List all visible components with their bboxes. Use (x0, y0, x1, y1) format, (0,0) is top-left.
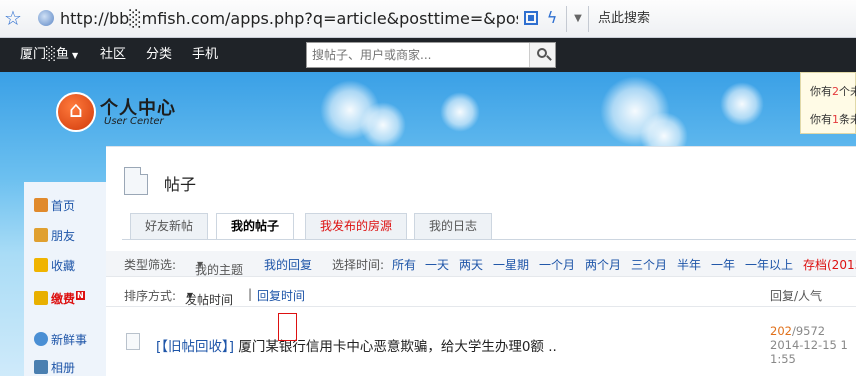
post-title-link[interactable]: 厦门某银行信用卡中心恶意欺骗，给大学生办理0额 .. (238, 339, 556, 355)
chevron-down-icon[interactable]: ▼ (572, 9, 584, 29)
notification-text: 个未 (839, 85, 856, 98)
nav-classifieds[interactable]: 分类 (146, 38, 172, 72)
sidebar-item-label: 朋友 (51, 229, 76, 243)
main-panel: 帖子 好友新帖 我的帖子 我发布的房源 我的日志 类型筛选: 我的主题 ▼ 我的回… (106, 146, 856, 376)
sidebar-item-payment[interactable]: 缴费 N (34, 286, 85, 306)
time-option[interactable]: 两个月 (585, 256, 621, 273)
post-category-link[interactable]: [【旧帖回收】] (156, 339, 234, 355)
new-badge: N (76, 291, 85, 300)
sidebar-item-friends[interactable]: 朋友 (34, 226, 75, 246)
search-input[interactable] (307, 43, 529, 67)
filter-bar: 类型筛选: 我的主题 ▼ 我的回复 选择时间: 所有 一天 两天 一星期 一个月 … (106, 251, 856, 277)
tab-my-listings[interactable]: 我发布的房源 (305, 213, 407, 239)
friends-icon (34, 228, 48, 242)
time-option[interactable]: 一星期 (493, 256, 529, 273)
sort-by-post-time-label: 发帖时间 (185, 293, 234, 307)
nav-city-menu[interactable]: 厦门░鱼 ▼ (20, 38, 78, 72)
payment-icon (34, 291, 48, 305)
highlight-box (278, 313, 297, 341)
time-option[interactable]: 所有 (392, 256, 416, 273)
search-button[interactable] (529, 43, 555, 67)
nav-community[interactable]: 社区 (100, 38, 126, 72)
filter-my-topics[interactable]: 我的主题 ▼ (195, 256, 243, 277)
home-icon (34, 198, 48, 212)
archive-link[interactable]: 存档(2015 (803, 256, 856, 273)
sidebar-item-album[interactable]: 相册 (34, 358, 75, 376)
notification-line[interactable]: 你有2个未 (810, 83, 856, 99)
logo-subtitle: User Center (104, 116, 164, 127)
table-row[interactable]: [【旧帖回收】] 厦门某银行信用卡中心恶意欺骗，给大学生办理0额 .. 202/… (106, 313, 856, 376)
user-center-logo[interactable]: 个人中心 User Center (56, 92, 186, 132)
browser-address-bar: ☆ http://bb░mfish.com/apps.php?q=article… (0, 0, 856, 38)
sidebar-item-home[interactable]: 首页 (34, 196, 75, 216)
post-date: 2014-12-15 1 (770, 338, 848, 352)
caret-down-icon: ▼ (72, 51, 79, 60)
toolbar-divider (566, 6, 567, 32)
filter-my-replies[interactable]: 我的回复 (264, 256, 312, 273)
dandelion-decoration (720, 82, 764, 126)
page-title: 帖子 (164, 175, 197, 194)
notification-popup: 你有2个未 你有1条未 (800, 72, 856, 134)
time-option[interactable]: 一年 (711, 256, 735, 273)
document-icon (124, 167, 148, 195)
tab-friends-posts[interactable]: 好友新帖 (130, 213, 208, 239)
bookmark-star-icon[interactable]: ☆ (2, 6, 24, 30)
browser-search-box[interactable]: 点此搜索 (598, 9, 688, 29)
notification-line[interactable]: 你有1条未 (810, 111, 856, 127)
time-option[interactable]: 两天 (459, 256, 483, 273)
dandelion-decoration (360, 102, 406, 148)
sidebar-item-feed[interactable]: 新鲜事 (34, 330, 87, 350)
site-search (306, 42, 556, 68)
tab-my-posts[interactable]: 我的帖子 (216, 213, 294, 240)
qr-code-icon[interactable] (524, 11, 538, 25)
time-option[interactable]: 三个月 (631, 256, 667, 273)
sidebar-item-favorites[interactable]: 收藏 (34, 256, 75, 276)
lightning-icon[interactable]: ϟ (544, 7, 560, 29)
sidebar-item-label: 首页 (51, 199, 76, 213)
url-field[interactable]: http://bb░mfish.com/apps.php?q=article&p… (60, 8, 518, 30)
sidebar: 首页 朋友 收藏 缴费 N 新鲜事 相册 (24, 182, 106, 376)
sort-separator: | (248, 287, 253, 301)
notification-text: 你有 (810, 85, 832, 98)
time-option[interactable]: 半年 (677, 256, 701, 273)
dandelion-decoration (440, 92, 480, 132)
search-icon-handle (546, 55, 552, 61)
speech-bubble-icon (34, 332, 48, 346)
reply-count: 202 (770, 324, 792, 338)
time-filter-label: 选择时间: (332, 258, 385, 272)
post-title-line: [【旧帖回收】] 厦门某银行信用卡中心恶意欺骗，给大学生办理0额 .. (156, 335, 557, 355)
notification-count: 2 (832, 85, 839, 98)
post-stats: 202/9572 2014-12-15 1 1:55 (770, 324, 848, 366)
sidebar-item-label: 新鲜事 (51, 333, 88, 347)
sidebar-item-label: 相册 (51, 361, 76, 375)
sort-label: 排序方式: (124, 289, 177, 303)
star-icon (34, 258, 48, 272)
time-option[interactable]: 一个月 (539, 256, 575, 273)
nav-mobile[interactable]: 手机 (192, 38, 218, 72)
post-time: 1:55 (770, 352, 796, 366)
home-icon (56, 92, 96, 132)
tab-divider (122, 239, 856, 240)
time-option[interactable]: 一天 (425, 256, 449, 273)
view-count: /9572 (791, 324, 826, 338)
sidebar-item-label: 缴费 (51, 292, 76, 306)
site-favicon-icon (38, 10, 54, 26)
notification-text: 你有 (810, 113, 832, 126)
album-icon (34, 360, 48, 374)
sort-bar: 排序方式: 发帖时间 ▼ | 回复时间 回复/人气 (106, 283, 856, 307)
notification-text: 条未 (839, 113, 856, 126)
nav-city-label: 厦门░鱼 (20, 47, 69, 62)
filter-my-topics-label: 我的主题 (195, 263, 244, 277)
toolbar-divider (588, 6, 589, 32)
site-nav-bar: 厦门░鱼 ▼ 社区 分类 手机 (0, 38, 856, 72)
type-filter-label: 类型筛选: (124, 258, 177, 272)
sidebar-item-label: 收藏 (51, 259, 76, 273)
post-icon (126, 333, 140, 350)
sort-by-post-time[interactable]: 发帖时间 ▼ (185, 287, 233, 307)
time-option[interactable]: 一年以上 (745, 256, 793, 273)
tab-my-diary[interactable]: 我的日志 (414, 213, 492, 239)
stats-column-header: 回复/人气 (770, 289, 823, 303)
sort-by-reply-time[interactable]: 回复时间 (257, 287, 305, 304)
notification-count: 1 (832, 113, 839, 126)
